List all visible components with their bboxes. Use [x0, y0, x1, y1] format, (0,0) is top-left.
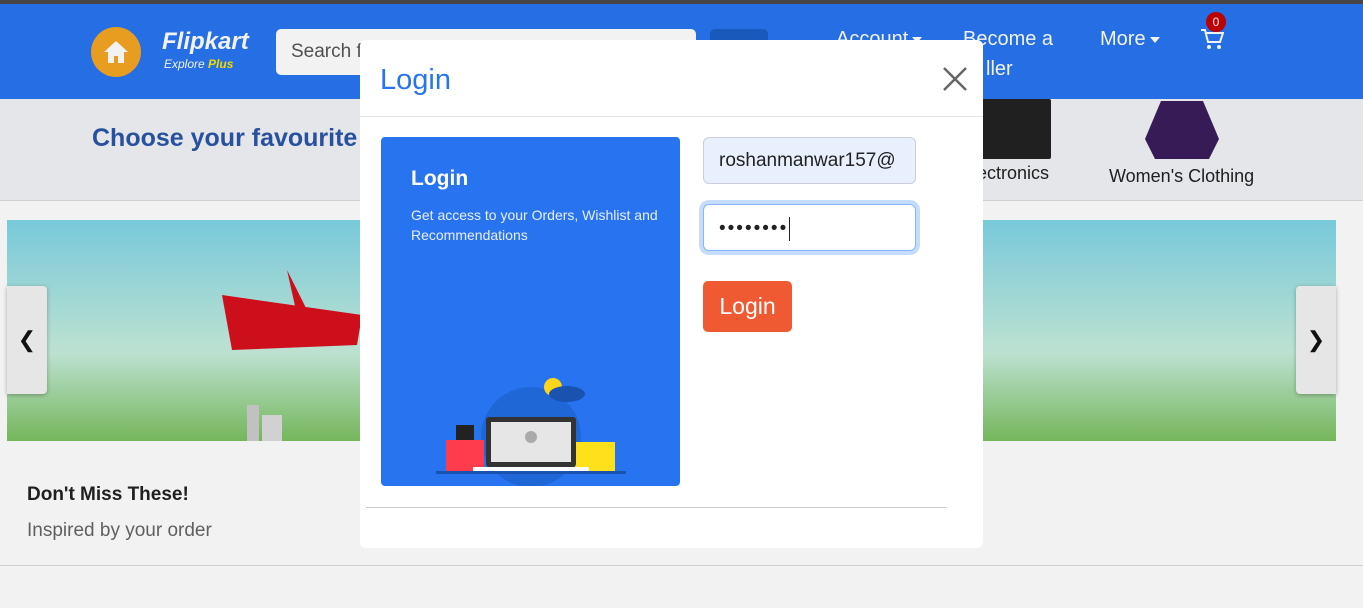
password-mask: •••••••• [719, 218, 789, 240]
password-field[interactable]: •••••••• [703, 204, 916, 251]
email-field[interactable]: roshanmanwar157@ [703, 137, 916, 184]
modal-header-divider [360, 116, 983, 117]
close-icon[interactable] [940, 64, 970, 94]
text-cursor [789, 217, 791, 241]
login-button[interactable]: Login [703, 281, 792, 332]
login-promo-panel: Login Get access to your Orders, Wishlis… [381, 137, 680, 486]
modal-title: Login [380, 64, 451, 96]
laptop-illustration-icon [436, 378, 626, 486]
login-modal: Login Login Get access to your Orders, W… [360, 40, 983, 548]
modal-footer-divider [366, 507, 947, 508]
